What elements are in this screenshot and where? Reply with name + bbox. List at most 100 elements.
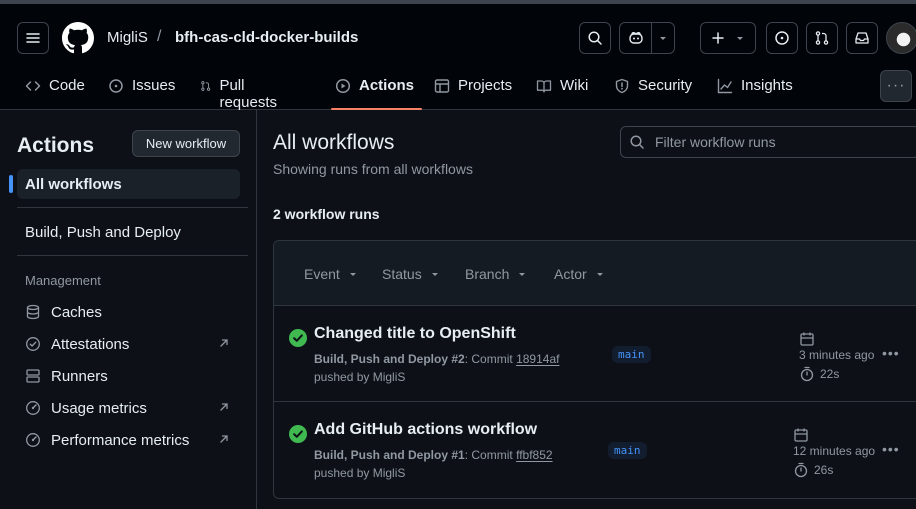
breadcrumb-owner[interactable]: MigliS	[107, 29, 148, 46]
sidebar-item-label: Usage metrics	[51, 399, 147, 417]
book-icon	[536, 80, 552, 93]
stopwatch-icon	[800, 366, 814, 382]
sidebar-divider	[17, 207, 248, 208]
plus-icon	[712, 32, 724, 44]
run-pushed-by: pushed by MigliS	[314, 370, 406, 384]
run-meta: Build, Push and Deploy #2: Commit 18914a…	[314, 352, 560, 366]
run-number: #2	[451, 352, 465, 366]
branch-filter-label: Branch	[465, 266, 510, 282]
event-filter-button[interactable]: Event	[304, 266, 358, 282]
sidebar-item-label: Caches	[51, 303, 102, 321]
inbox-button[interactable]	[846, 22, 878, 54]
chevron-down-icon	[349, 273, 356, 276]
run-workflow-name: Build, Push and Deploy	[314, 448, 449, 462]
calendar-icon	[794, 428, 808, 442]
breadcrumb-repo[interactable]: bfh-cas-cld-docker-builds	[175, 29, 358, 46]
run-options-icon[interactable]: •••	[882, 441, 900, 457]
tab-security[interactable]: Security	[614, 70, 692, 110]
workflow-run-row[interactable]: Changed title to OpenShift Build, Push a…	[274, 306, 916, 402]
run-time: 12 minutes ago	[793, 444, 876, 458]
new-workflow-button[interactable]: New workflow	[132, 130, 240, 157]
graph-icon	[717, 78, 733, 94]
commit-sha-link[interactable]: 18914af	[516, 352, 559, 366]
tab-insights[interactable]: Insights	[717, 70, 793, 110]
play-icon	[335, 78, 351, 94]
run-title[interactable]: Changed title to OpenShift	[314, 325, 516, 343]
code-icon	[25, 81, 41, 91]
search-icon	[588, 31, 602, 45]
shield-icon	[615, 78, 629, 94]
link-external-icon	[220, 435, 228, 443]
verified-icon	[26, 337, 40, 351]
sidebar-title: Actions	[17, 134, 95, 157]
chevron-down-icon	[737, 37, 743, 40]
branch-label[interactable]: main	[608, 442, 647, 459]
tab-projects[interactable]: Projects	[434, 70, 512, 110]
stopwatch-icon	[794, 462, 808, 478]
status-filter-label: Status	[382, 266, 422, 282]
github-logo-icon[interactable]	[62, 22, 94, 54]
filter-workflow-runs-input[interactable]: Filter workflow runs	[620, 126, 916, 158]
tab-actions[interactable]: Actions	[330, 70, 423, 110]
table-icon	[434, 79, 450, 93]
commit-sha-link[interactable]: ffbf852	[516, 448, 552, 462]
issue-opened-icon	[775, 31, 789, 45]
branch-label[interactable]: main	[612, 346, 651, 363]
browser-strip	[0, 0, 916, 4]
sidebar-item-label: Performance metrics	[51, 431, 190, 449]
chevron-down-icon	[519, 273, 526, 276]
sidebar-item-caches[interactable]: Caches	[17, 297, 240, 327]
tab-issues[interactable]: Issues	[108, 70, 175, 110]
user-avatar[interactable]	[886, 22, 916, 54]
sidebar-item-performance-metrics[interactable]: Performance metrics	[17, 425, 240, 455]
sidebar-item-label: Build, Push and Deploy	[25, 223, 181, 241]
tab-wiki-label: Wiki	[560, 77, 589, 94]
server-icon	[26, 369, 40, 383]
run-number: #1	[451, 448, 465, 462]
run-title[interactable]: Add GitHub actions workflow	[314, 421, 537, 439]
hamburger-icon	[26, 33, 40, 43]
tab-wiki[interactable]: Wiki	[536, 70, 588, 110]
run-pushed-by: pushed by MigliS	[314, 466, 406, 480]
sidebar-item-all-workflows[interactable]: All workflows	[9, 169, 240, 199]
tab-code[interactable]: Code	[25, 70, 85, 110]
link-external-icon	[220, 339, 228, 347]
pull-requests-button[interactable]	[806, 22, 838, 54]
branch-filter-button[interactable]: Branch	[465, 266, 527, 282]
run-meta: Build, Push and Deploy #1: Commit ffbf85…	[314, 448, 553, 462]
link-external-icon	[220, 403, 228, 411]
run-workflow-name: Build, Push and Deploy	[314, 352, 449, 366]
meter-icon	[26, 433, 40, 447]
menu-button[interactable]	[17, 22, 49, 54]
tab-pull-requests[interactable]: Pull requests	[200, 70, 282, 111]
tab-pull-requests-label: Pull requests	[219, 77, 277, 111]
create-new-button[interactable]	[700, 22, 756, 54]
commit-label: Commit	[471, 352, 513, 366]
status-filter-button[interactable]: Status	[382, 266, 440, 282]
run-time: 3 minutes ago	[799, 348, 875, 362]
sidebar-item-build-push-deploy[interactable]: Build, Push and Deploy	[17, 217, 240, 247]
commit-label: Commit	[471, 448, 513, 462]
meter-icon	[26, 401, 40, 415]
sidebar-item-usage-metrics[interactable]: Usage metrics	[17, 393, 240, 423]
kebab-horizontal-icon: ···	[886, 77, 906, 94]
search-button[interactable]	[579, 22, 611, 54]
sidebar-item-label: All workflows	[25, 175, 122, 193]
more-menu-button[interactable]: ···	[880, 70, 912, 102]
run-duration: 22s	[799, 366, 839, 382]
workflow-run-row[interactable]: Add GitHub actions workflow Build, Push …	[274, 402, 916, 498]
sidebar-item-attestations[interactable]: Attestations	[17, 329, 240, 359]
pull-request-icon	[201, 81, 211, 91]
tab-security-label: Security	[638, 77, 693, 94]
sidebar-item-runners[interactable]: Runners	[17, 361, 240, 391]
copilot-button[interactable]	[619, 22, 675, 54]
check-circle-icon	[289, 329, 307, 347]
chevron-down-icon	[596, 273, 603, 276]
actor-filter-button[interactable]: Actor	[554, 266, 605, 282]
sidebar-item-label: Attestations	[51, 335, 130, 353]
workflow-runs-list: Event Status Branch Actor Changed title …	[273, 240, 916, 499]
check-circle-icon	[289, 425, 307, 443]
issues-button[interactable]	[766, 22, 798, 54]
sidebar-section-management: Management	[25, 273, 101, 288]
run-options-icon[interactable]: •••	[882, 345, 900, 361]
